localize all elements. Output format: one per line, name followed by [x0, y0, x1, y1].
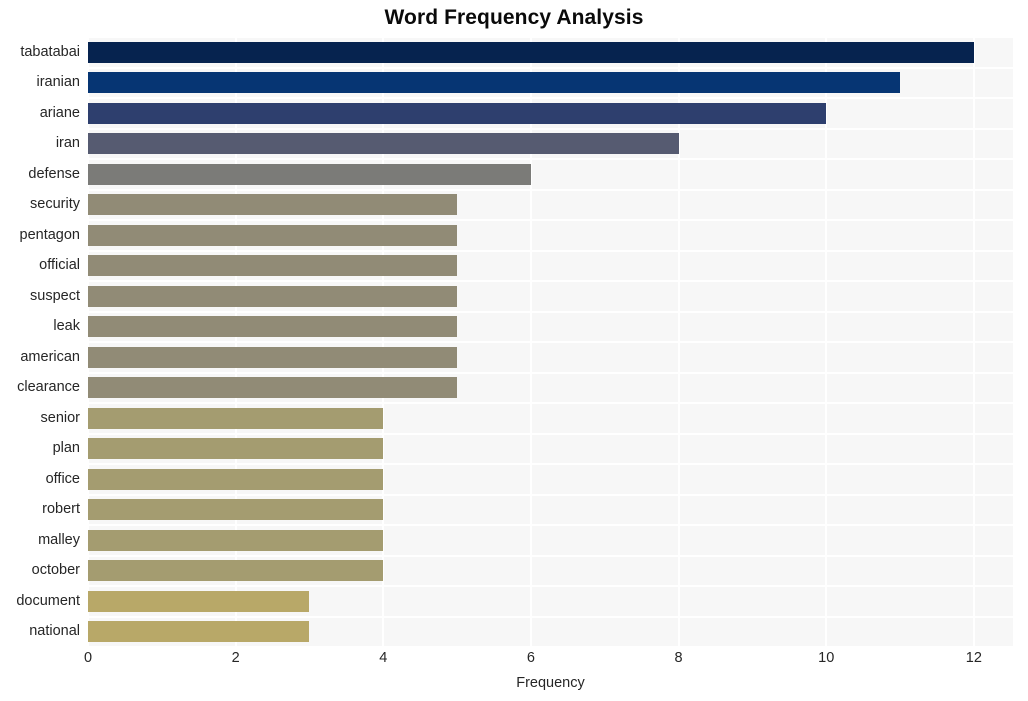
gridline-horizontal [88, 158, 1013, 160]
bar-clearance [88, 377, 458, 399]
bar-robert [88, 499, 384, 521]
bar-ariane [88, 102, 827, 124]
y-tick-label: suspect [30, 287, 80, 304]
bar-plan [88, 438, 384, 460]
y-tick-label: october [31, 562, 80, 579]
x-axis-label: Frequency [516, 675, 585, 691]
gridline-horizontal [88, 66, 1013, 69]
gridline-horizontal [88, 463, 1013, 465]
y-tick-label: defense [28, 165, 80, 182]
gridline-horizontal [88, 615, 1013, 618]
y-tick-label: official [39, 257, 80, 274]
y-tick-label: iran [55, 135, 80, 152]
bar-defense [88, 163, 531, 185]
gridline-horizontal [88, 249, 1013, 252]
chart-title: Word Frequency Analysis [384, 6, 644, 29]
x-tick-label: 10 [818, 650, 835, 666]
y-tick-label: document [16, 592, 80, 609]
y-tick-label: national [29, 623, 80, 640]
bar-malley [88, 529, 384, 551]
x-axis-tick-labels: 0 2 4 6 8 10 12 [84, 650, 1013, 674]
y-tick-label: ariane [39, 104, 80, 121]
y-tick-label: leak [53, 318, 80, 335]
chart-figure: Word Frequency Analysis tabatabai iranian… [0, 0, 1028, 701]
gridline-horizontal [88, 585, 1013, 587]
gridline-horizontal [88, 493, 1013, 496]
gridline-horizontal [88, 371, 1013, 374]
x-tick-label: 0 [83, 650, 93, 666]
y-tick-label: senior [40, 409, 81, 426]
bar-security [88, 194, 458, 216]
y-tick-label: malley [38, 531, 80, 548]
gridline-horizontal [88, 97, 1013, 99]
plot-area [88, 37, 1013, 647]
gridline-horizontal [88, 646, 1013, 647]
bar-iranian [88, 72, 901, 94]
y-tick-label: tabatabai [20, 43, 80, 60]
gridline-horizontal [88, 188, 1013, 191]
bar-official [88, 255, 458, 277]
gridline-horizontal [88, 310, 1013, 313]
y-tick-label: pentagon [19, 226, 80, 243]
bar-tabatabai [88, 41, 974, 63]
bar-office [88, 468, 384, 490]
bar-leak [88, 316, 458, 338]
bar-document [88, 590, 310, 612]
y-tick-label: plan [52, 440, 80, 457]
gridline-horizontal [88, 554, 1013, 557]
y-tick-label: american [20, 348, 80, 365]
bar-senior [88, 407, 384, 429]
x-tick-label: 6 [526, 650, 535, 666]
gridline-horizontal [88, 341, 1013, 343]
bar-pentagon [88, 224, 458, 246]
gridline-horizontal [88, 280, 1013, 282]
gridline-horizontal [88, 219, 1013, 221]
y-tick-label: office [45, 470, 80, 487]
y-tick-label: security [30, 196, 80, 213]
bar-national [88, 621, 310, 643]
y-axis-tick-labels: tabatabai iranian ariane iran defense securit… [0, 37, 80, 647]
x-tick-label: 2 [231, 650, 240, 666]
gridline-horizontal [88, 524, 1013, 526]
x-tick-label: 8 [674, 650, 683, 666]
gridline-horizontal [88, 432, 1013, 435]
bar-october [88, 560, 384, 582]
bar-american [88, 346, 458, 368]
y-tick-label: iranian [36, 74, 80, 91]
x-tick-label: 4 [379, 650, 388, 666]
x-tick-label: 12 [965, 650, 982, 666]
y-tick-label: clearance [17, 379, 80, 396]
bar-iran [88, 133, 679, 155]
gridline-horizontal [88, 127, 1013, 130]
y-tick-label: robert [42, 501, 80, 518]
gridline-horizontal [88, 402, 1013, 404]
bar-suspect [88, 285, 458, 307]
gridline-horizontal [88, 37, 1013, 38]
